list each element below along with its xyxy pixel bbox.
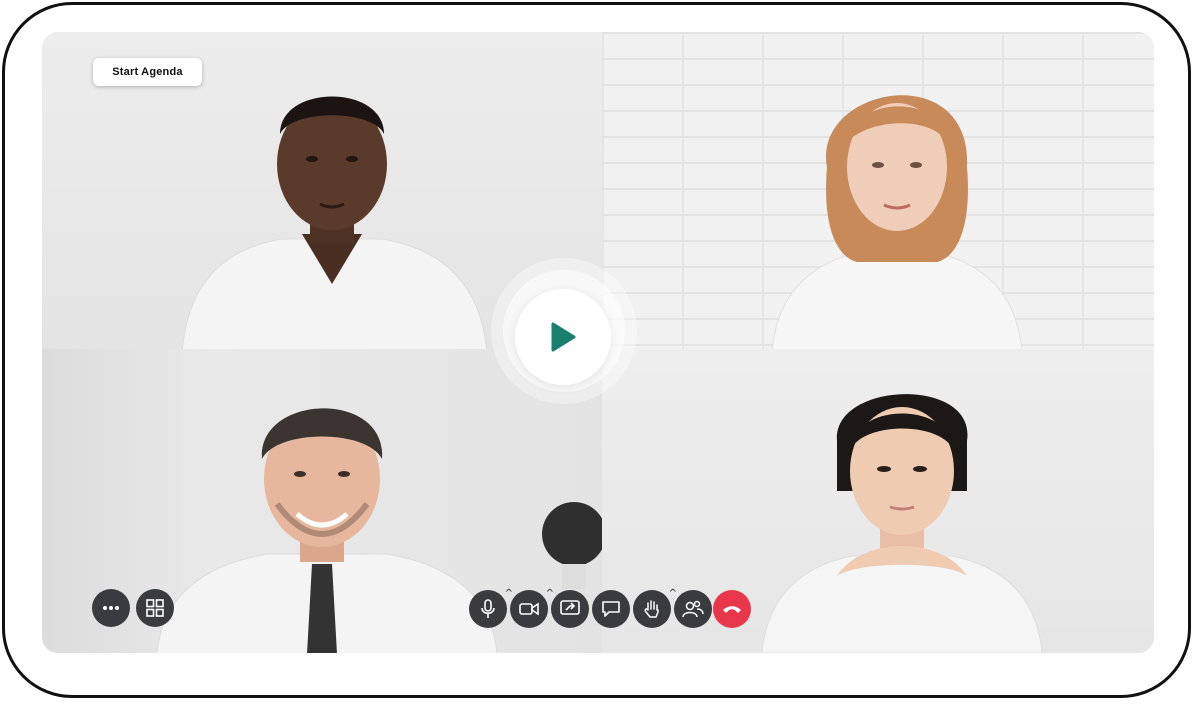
microphone-options-caret[interactable]: ^ xyxy=(505,588,513,599)
participant-video-1 xyxy=(162,54,502,349)
start-agenda-button[interactable]: Start Agenda xyxy=(93,58,202,86)
play-button[interactable] xyxy=(515,289,611,385)
camera-button[interactable]: ^ xyxy=(510,588,554,628)
share-screen-button[interactable] xyxy=(551,590,589,628)
camera-options-caret[interactable]: ^ xyxy=(546,588,554,599)
more-options-button[interactable] xyxy=(92,589,130,627)
end-call-icon xyxy=(723,606,741,613)
grid-layout-icon xyxy=(146,599,164,617)
participants-icon xyxy=(682,600,704,618)
microphone-button[interactable]: ^ xyxy=(469,588,513,628)
microphone-icon xyxy=(481,599,495,618)
participants-button[interactable] xyxy=(674,590,712,628)
end-call-button[interactable] xyxy=(713,590,751,628)
participant-tile-2[interactable] xyxy=(602,32,1154,349)
participant-video-2 xyxy=(732,47,1052,349)
video-call-stage: Start Agenda ^ ^ ^ xyxy=(42,32,1154,653)
grid-layout-button[interactable] xyxy=(136,589,174,627)
participant-video-4 xyxy=(742,361,1062,653)
chat-icon xyxy=(602,601,620,617)
participant-video-3 xyxy=(137,364,517,653)
play-icon xyxy=(551,322,576,352)
share-screen-icon xyxy=(560,600,580,615)
raise-hand-button[interactable]: ^ xyxy=(633,588,677,628)
video-camera-icon xyxy=(519,602,539,616)
plant-decoration xyxy=(532,479,602,589)
raise-hand-options-caret[interactable]: ^ xyxy=(669,588,677,599)
more-icon xyxy=(103,606,119,610)
raise-hand-icon xyxy=(644,600,659,618)
chat-button[interactable] xyxy=(592,590,630,628)
